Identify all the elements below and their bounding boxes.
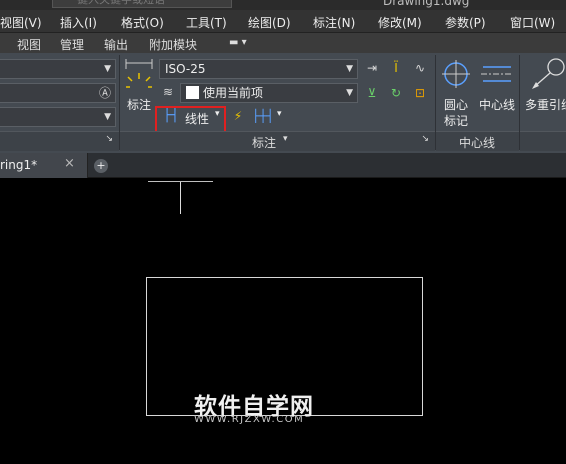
ribbon-tab-bar: 视图 管理 输出 附加模块 ▬ ▾ (0, 33, 566, 53)
dim-inspect-icon[interactable]: ⊡ (412, 86, 428, 100)
dim-reassociate-icon[interactable]: ↻ (388, 86, 404, 100)
title-bar: 键入关键字或短语 Drawing1.dwg (0, 0, 566, 10)
centerline-icon[interactable] (481, 63, 513, 85)
text-style-search[interactable]: Ⓐ (0, 83, 116, 103)
continue-dimension-icon[interactable]: ├┼┤ (252, 109, 274, 123)
center-mark-label-line1[interactable]: 圆心 (444, 96, 468, 113)
panel-launcher-icon[interactable]: ↘ (105, 134, 113, 144)
quick-dimension-icon[interactable]: ⚡ (230, 109, 246, 123)
color-swatch (186, 86, 199, 99)
tab-view[interactable]: 视图 (17, 36, 41, 53)
center-mark-icon[interactable] (441, 59, 471, 89)
centerline-panel-title: 中心线 (459, 136, 496, 150)
menu-format[interactable]: 格式(O) (121, 14, 164, 31)
document-tabs: ring1* × + (0, 153, 566, 178)
doc-tab[interactable]: ring1* × (0, 153, 88, 178)
dim-space-icon[interactable]: ⇥ (364, 61, 380, 75)
menu-bar: 视图(V) 插入(I) 格式(O) 工具(T) 绘图(D) 标注(N) 修改(M… (0, 10, 566, 33)
doc-tab-name: ring1* (0, 158, 38, 172)
watermark-url: WWW.RJZXW.COM (194, 414, 305, 425)
centerline-panel-footer: 中心线 (436, 131, 519, 151)
drawing-canvas[interactable]: 软件自学网 WWW.RJZXW.COM (0, 178, 566, 464)
menu-parametric[interactable]: 参数(P) (445, 14, 486, 31)
dim-update-icon[interactable]: ⊻ (364, 86, 380, 100)
document-title: Drawing1.dwg (383, 0, 470, 8)
menu-modify[interactable]: 修改(M) (378, 14, 422, 31)
menu-window[interactable]: 窗口(W) (510, 14, 555, 31)
centerline-label[interactable]: 中心线 (479, 96, 515, 113)
dimension-panel-title: 标注 (252, 136, 277, 150)
tab-addins[interactable]: 附加模块 (149, 36, 197, 53)
layers-panel-footer: ↘ (0, 131, 119, 151)
dim-layer-dropdown[interactable]: 使用当前项 ▼ (180, 83, 358, 103)
multileader-icon[interactable] (528, 57, 566, 93)
close-icon[interactable]: × (64, 156, 75, 171)
menu-insert[interactable]: 插入(I) (60, 14, 97, 31)
ribbon-display-toggle-icon[interactable]: ▬ ▾ (229, 37, 247, 48)
text-height-dropdown[interactable]: ▼ (0, 107, 116, 127)
menu-draw[interactable]: 绘图(D) (248, 14, 291, 31)
multileader-label[interactable]: 多重引线 (525, 96, 566, 113)
layer-stack-icon: ≋ (162, 85, 174, 99)
dim-text-edit-icon[interactable]: Ï (388, 61, 404, 75)
panel-expand-icon[interactable]: ▾ (283, 134, 288, 144)
dim-style-value: ISO-25 (165, 62, 206, 76)
annotation-panel-footer (520, 131, 566, 151)
dim-break-icon[interactable]: ∿ (412, 61, 428, 75)
tab-output[interactable]: 输出 (104, 36, 128, 53)
dim-style-dropdown[interactable]: ISO-25 ▼ (159, 59, 358, 79)
dim-layer-value: 使用当前项 (203, 86, 264, 100)
dimension-icon[interactable] (124, 57, 154, 97)
help-search-input[interactable]: 键入关键字或短语 (52, 0, 232, 8)
menu-view[interactable]: 视图(V) (0, 14, 42, 31)
menu-dimension[interactable]: 标注(N) (313, 14, 355, 31)
continue-dropdown-arrow-icon[interactable]: ▾ (277, 109, 282, 119)
tab-manage[interactable]: 管理 (60, 36, 84, 53)
panel-launcher-icon[interactable]: ↘ (421, 134, 429, 144)
dimension-panel-footer[interactable]: 标注 ▾ ↘ (120, 131, 435, 151)
dimension-label[interactable]: 标注 (127, 96, 151, 113)
layer-dropdown[interactable]: ▼ (0, 59, 116, 79)
new-tab-icon[interactable]: + (94, 159, 108, 173)
center-mark-label-line2[interactable]: 标记 (444, 112, 468, 129)
menu-tools[interactable]: 工具(T) (186, 14, 227, 31)
crosshair-vertical (180, 182, 181, 214)
